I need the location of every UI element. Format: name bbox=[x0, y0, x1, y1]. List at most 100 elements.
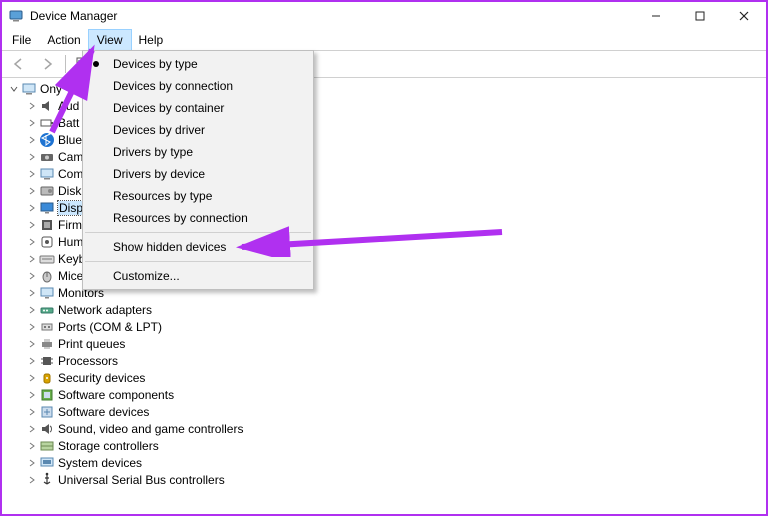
hid-icon bbox=[39, 234, 55, 250]
tree-node-label: Aud bbox=[58, 99, 79, 113]
keyboard-icon bbox=[39, 251, 55, 267]
tree-node[interactable]: System devices bbox=[24, 454, 766, 471]
forward-button[interactable] bbox=[34, 52, 60, 76]
menu-separator bbox=[85, 261, 311, 262]
menu-item-label: Resources by connection bbox=[113, 211, 248, 225]
ports-icon bbox=[39, 319, 55, 335]
audio-icon bbox=[39, 98, 55, 114]
chevron-right-icon[interactable] bbox=[26, 457, 38, 469]
menu-item[interactable]: Devices by type bbox=[83, 53, 313, 75]
tree-node-label: System devices bbox=[58, 456, 142, 470]
tree-node-label: Blue bbox=[58, 133, 82, 147]
monitor-icon bbox=[39, 285, 55, 301]
tree-node[interactable]: Storage controllers bbox=[24, 437, 766, 454]
window-controls bbox=[634, 2, 766, 30]
tree-node[interactable]: Security devices bbox=[24, 369, 766, 386]
tree-node[interactable]: Universal Serial Bus controllers bbox=[24, 471, 766, 488]
chevron-right-icon[interactable] bbox=[26, 100, 38, 112]
sound-icon bbox=[39, 421, 55, 437]
tree-node[interactable]: Software devices bbox=[24, 403, 766, 420]
chevron-right-icon[interactable] bbox=[26, 202, 38, 214]
display-icon bbox=[39, 200, 55, 216]
titlebar-left: Device Manager bbox=[8, 8, 117, 24]
menu-help[interactable]: Help bbox=[131, 30, 172, 50]
menu-item-label: Resources by type bbox=[113, 189, 212, 203]
storage-icon bbox=[39, 438, 55, 454]
menu-action[interactable]: Action bbox=[39, 30, 88, 50]
menu-separator bbox=[85, 232, 311, 233]
menubar: File Action View Help bbox=[2, 30, 766, 51]
tree-node[interactable]: Sound, video and game controllers bbox=[24, 420, 766, 437]
menu-item-label: Devices by driver bbox=[113, 123, 205, 137]
tree-node-label: Sound, video and game controllers bbox=[58, 422, 243, 436]
tree-node-label: Hum bbox=[58, 235, 83, 249]
menu-item[interactable]: Devices by connection bbox=[83, 75, 313, 97]
chevron-right-icon[interactable] bbox=[26, 406, 38, 418]
printer-icon bbox=[39, 336, 55, 352]
tree-node-label: Software devices bbox=[58, 405, 149, 419]
computer-icon bbox=[21, 81, 37, 97]
maximize-button[interactable] bbox=[678, 2, 722, 30]
menu-file[interactable]: File bbox=[4, 30, 39, 50]
chevron-right-icon[interactable] bbox=[26, 389, 38, 401]
tree-node-label: Ports (COM & LPT) bbox=[58, 320, 162, 334]
tree-root-label: Ony bbox=[40, 82, 62, 96]
network-icon bbox=[39, 302, 55, 318]
menu-item[interactable]: Drivers by type bbox=[83, 141, 313, 163]
chevron-right-icon[interactable] bbox=[26, 151, 38, 163]
menu-item-label: Devices by container bbox=[113, 101, 224, 115]
selected-bullet-icon bbox=[93, 61, 99, 67]
menu-item[interactable]: Devices by container bbox=[83, 97, 313, 119]
tree-node-label: Disk bbox=[58, 184, 81, 198]
tree-node-label: Security devices bbox=[58, 371, 145, 385]
minimize-button[interactable] bbox=[634, 2, 678, 30]
chevron-right-icon[interactable] bbox=[26, 338, 38, 350]
chevron-right-icon[interactable] bbox=[26, 440, 38, 452]
close-button[interactable] bbox=[722, 2, 766, 30]
chevron-right-icon[interactable] bbox=[26, 219, 38, 231]
chevron-right-icon[interactable] bbox=[26, 287, 38, 299]
tree-node-label: Disp bbox=[58, 201, 84, 215]
tree-node-label: Network adapters bbox=[58, 303, 152, 317]
firmware-icon bbox=[39, 217, 55, 233]
chevron-right-icon[interactable] bbox=[26, 117, 38, 129]
chevron-right-icon[interactable] bbox=[26, 134, 38, 146]
tree-node-label: Mice bbox=[58, 269, 83, 283]
menu-item-label: Show hidden devices bbox=[113, 240, 226, 254]
chevron-right-icon[interactable] bbox=[26, 423, 38, 435]
menu-item[interactable]: Devices by driver bbox=[83, 119, 313, 141]
menu-item[interactable]: Customize... bbox=[83, 265, 313, 287]
menu-item-label: Drivers by device bbox=[113, 167, 205, 181]
menu-item[interactable]: Resources by connection bbox=[83, 207, 313, 229]
chevron-right-icon[interactable] bbox=[26, 355, 38, 367]
menu-item[interactable]: Show hidden devices bbox=[83, 236, 313, 258]
tree-node-label: Software components bbox=[58, 388, 174, 402]
tree-node[interactable]: Ports (COM & LPT) bbox=[24, 318, 766, 335]
tree-node[interactable]: Print queues bbox=[24, 335, 766, 352]
camera-icon bbox=[39, 149, 55, 165]
tree-node-label: Storage controllers bbox=[58, 439, 159, 453]
tree-node[interactable]: Processors bbox=[24, 352, 766, 369]
system-icon bbox=[39, 455, 55, 471]
chevron-right-icon[interactable] bbox=[26, 253, 38, 265]
toolbar-sep bbox=[65, 55, 66, 73]
chevron-right-icon[interactable] bbox=[26, 168, 38, 180]
cpu-icon bbox=[39, 353, 55, 369]
menu-item[interactable]: Resources by type bbox=[83, 185, 313, 207]
security-icon bbox=[39, 370, 55, 386]
chevron-down-icon[interactable] bbox=[8, 83, 20, 95]
tree-node[interactable]: Software components bbox=[24, 386, 766, 403]
tree-node[interactable]: Network adapters bbox=[24, 301, 766, 318]
chevron-right-icon[interactable] bbox=[26, 236, 38, 248]
chevron-right-icon[interactable] bbox=[26, 270, 38, 282]
chevron-right-icon[interactable] bbox=[26, 304, 38, 316]
chevron-right-icon[interactable] bbox=[26, 474, 38, 486]
battery-icon bbox=[39, 115, 55, 131]
chevron-right-icon[interactable] bbox=[26, 372, 38, 384]
menu-view[interactable]: View bbox=[89, 30, 131, 50]
menu-item[interactable]: Drivers by device bbox=[83, 163, 313, 185]
back-button[interactable] bbox=[6, 52, 32, 76]
chevron-right-icon[interactable] bbox=[26, 321, 38, 333]
device-manager-window: Device Manager File Action View Help bbox=[0, 0, 768, 516]
chevron-right-icon[interactable] bbox=[26, 185, 38, 197]
